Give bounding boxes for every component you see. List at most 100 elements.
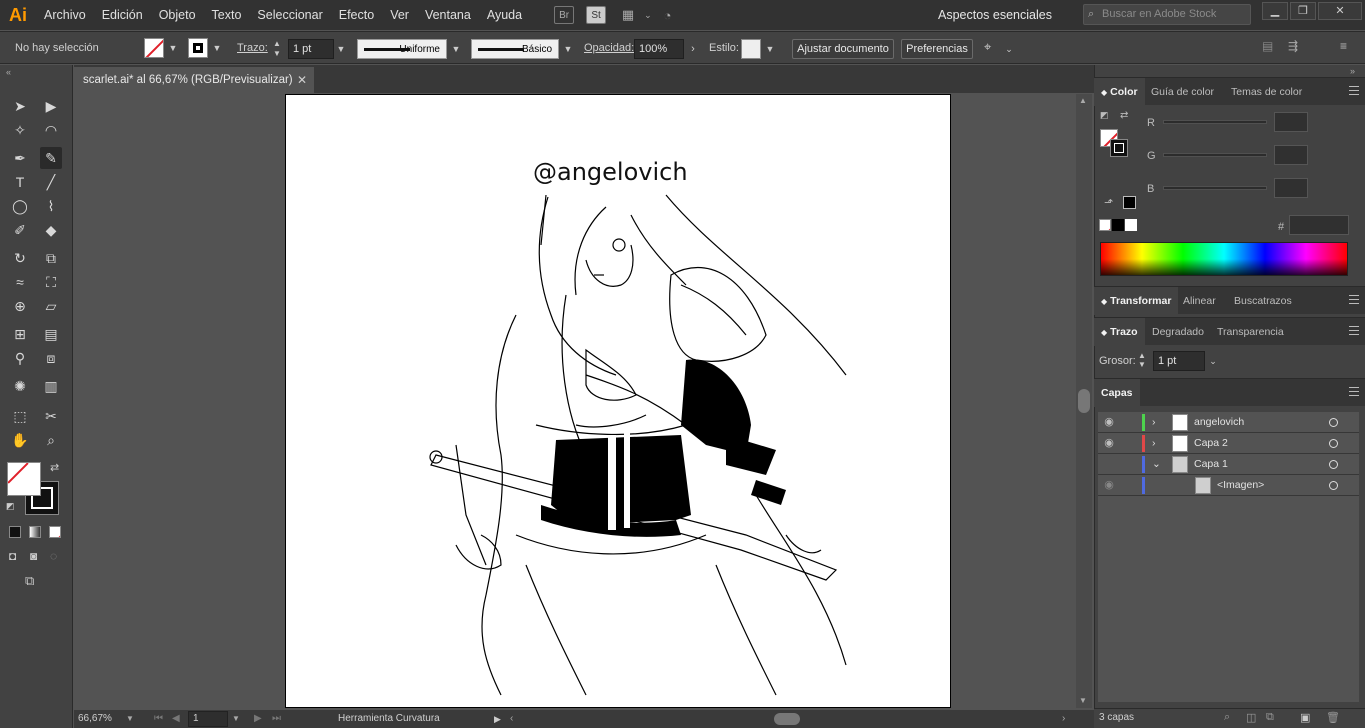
- eyedropper-tool-icon[interactable]: ⚲: [9, 347, 31, 369]
- chevron-right-icon[interactable]: ›: [1152, 433, 1156, 454]
- layer-name[interactable]: angelovich: [1194, 412, 1244, 433]
- tab-transform[interactable]: ◆ Transformar: [1094, 287, 1179, 315]
- document-tab[interactable]: scarlet.ai* al 66,67% (RGB/Previsualizar…: [74, 67, 314, 93]
- chevron-down-icon[interactable]: ⌄: [1152, 454, 1161, 475]
- free-transform-tool-icon[interactable]: ⛶: [40, 271, 62, 293]
- out-of-gamut-icon[interactable]: ⬏: [1104, 196, 1113, 209]
- chevron-down-icon[interactable]: ▼: [449, 39, 463, 59]
- menu-objeto[interactable]: Objeto: [151, 0, 204, 30]
- new-layer-icon[interactable]: ▣: [1300, 711, 1310, 724]
- stroke-swatch[interactable]: [188, 38, 208, 58]
- chevron-down-icon[interactable]: ▼: [126, 710, 134, 728]
- default-colors-icon[interactable]: ◩: [1100, 110, 1109, 121]
- make-clipping-mask-icon[interactable]: ◫: [1246, 711, 1256, 724]
- next-artboard-icon[interactable]: ▶: [254, 710, 262, 728]
- default-colors-icon[interactable]: ◩: [6, 501, 15, 512]
- eraser-tool-icon[interactable]: ◆: [40, 219, 62, 241]
- mesh-tool-icon[interactable]: ⊞: [9, 323, 31, 345]
- zoom-tool-icon[interactable]: ⌕: [40, 429, 62, 451]
- magic-wand-tool-icon[interactable]: ✧: [9, 119, 31, 141]
- white-swatch[interactable]: [1125, 219, 1137, 231]
- maximize-button[interactable]: ❐: [1290, 2, 1316, 20]
- fill-color-box[interactable]: [7, 462, 41, 496]
- chevron-right-icon[interactable]: ›: [1152, 412, 1156, 433]
- tab-color-guide[interactable]: Guía de color: [1144, 78, 1221, 106]
- menu-edicion[interactable]: Edición: [94, 0, 151, 30]
- r-value-field[interactable]: [1274, 112, 1308, 132]
- menu-archivo[interactable]: Archivo: [36, 0, 94, 30]
- draw-behind-icon[interactable]: ◙: [30, 549, 37, 563]
- chevron-down-icon[interactable]: ⌄: [1002, 39, 1016, 59]
- collapse-dock-icon[interactable]: »: [1350, 66, 1355, 76]
- symbol-sprayer-tool-icon[interactable]: ✺: [9, 375, 31, 397]
- tab-stroke[interactable]: ◆ Trazo: [1094, 318, 1145, 346]
- layer-name[interactable]: Capa 1: [1194, 454, 1228, 475]
- artboard-number-field[interactable]: 1: [188, 711, 228, 727]
- chevron-down-icon[interactable]: ⌄: [1206, 351, 1220, 371]
- gpu-performance-icon[interactable]: ◔: [658, 6, 678, 24]
- last-artboard-icon[interactable]: ⏭: [272, 710, 281, 728]
- stroke-stepper[interactable]: ▲ ▼: [273, 39, 285, 59]
- swap-fill-stroke-icon[interactable]: ⇄: [50, 461, 59, 474]
- fill-swatch[interactable]: [144, 38, 164, 58]
- graph-tool-icon[interactable]: ▥: [40, 375, 62, 397]
- arrange-documents-icon[interactable]: ▦: [618, 6, 638, 24]
- scroll-thumb[interactable]: [1078, 389, 1090, 413]
- none-swatch[interactable]: [1099, 219, 1111, 231]
- warp-tool-icon[interactable]: ≈: [9, 271, 31, 293]
- collapse-icon[interactable]: «: [6, 67, 11, 77]
- chevron-down-icon[interactable]: ▼: [232, 710, 240, 728]
- eye-icon[interactable]: ◉: [1101, 433, 1117, 454]
- brush-definition[interactable]: Básico: [471, 39, 559, 59]
- scroll-left-icon[interactable]: ‹: [510, 710, 513, 728]
- new-sublayer-icon[interactable]: ⧉: [1266, 711, 1274, 724]
- opacity-label[interactable]: Opacidad:: [584, 32, 634, 65]
- menu-seleccionar[interactable]: Seleccionar: [249, 0, 330, 30]
- tab-gradient[interactable]: Degradado: [1145, 318, 1211, 346]
- close-tab-icon[interactable]: ✕: [297, 67, 311, 93]
- shaper-tool-icon[interactable]: ✐: [9, 219, 31, 241]
- transform-icon[interactable]: ⇶: [1288, 39, 1298, 53]
- arrange-icon[interactable]: ⌖: [984, 39, 1000, 59]
- opacity-field[interactable]: 100%: [634, 39, 684, 59]
- lasso-tool-icon[interactable]: ◠: [40, 119, 62, 141]
- menu-efecto[interactable]: Efecto: [331, 0, 382, 30]
- workspace-switcher[interactable]: Aspectos esenciales ⌄: [938, 0, 1065, 52]
- stroke-weight-field[interactable]: 1 pt: [288, 39, 334, 59]
- scroll-right-icon[interactable]: ›: [1062, 710, 1065, 728]
- menu-ventana[interactable]: Ventana: [417, 0, 479, 30]
- document-setup-button[interactable]: Ajustar documento: [792, 39, 894, 59]
- chevron-right-icon[interactable]: ›: [686, 39, 700, 59]
- minimize-button[interactable]: ▁: [1262, 2, 1288, 20]
- eye-icon[interactable]: ◉: [1101, 475, 1117, 496]
- chevron-down-icon[interactable]: ▼: [210, 38, 224, 58]
- ellipse-tool-icon[interactable]: ◯: [9, 195, 31, 217]
- weight-field[interactable]: 1 pt: [1153, 351, 1205, 371]
- menu-ayuda[interactable]: Ayuda: [479, 0, 530, 30]
- artboard-tool-icon[interactable]: ⬚: [9, 405, 31, 427]
- panel-menu-icon[interactable]: [1349, 295, 1359, 304]
- gradient-tool-icon[interactable]: ▤: [40, 323, 62, 345]
- rotate-tool-icon[interactable]: ↻: [9, 247, 31, 269]
- blend-tool-icon[interactable]: ⧈: [40, 347, 62, 369]
- r-slider[interactable]: [1163, 120, 1267, 124]
- paintbrush-tool-icon[interactable]: ⌇: [40, 195, 62, 217]
- stock-icon[interactable]: St: [586, 6, 607, 24]
- black-swatch[interactable]: [1112, 219, 1124, 231]
- chevron-down-icon[interactable]: ▼: [561, 39, 575, 59]
- horizontal-scroll-thumb[interactable]: [774, 713, 800, 725]
- g-value-field[interactable]: [1274, 145, 1308, 165]
- first-artboard-icon[interactable]: ⏮: [154, 710, 163, 728]
- weight-stepper[interactable]: ▲ ▼: [1138, 351, 1146, 369]
- color-mode-icon[interactable]: [9, 526, 21, 538]
- eye-icon[interactable]: ◉: [1101, 454, 1117, 475]
- layer-row[interactable]: ◉ ⌄ Capa 1: [1098, 454, 1359, 475]
- hand-tool-icon[interactable]: ✋: [9, 429, 31, 451]
- preferences-button[interactable]: Preferencias: [901, 39, 973, 59]
- menu-texto[interactable]: Texto: [204, 0, 250, 30]
- panel-menu-icon[interactable]: [1349, 326, 1359, 335]
- layer-row[interactable]: ◉ <Imagen>: [1098, 475, 1359, 496]
- none-mode-icon[interactable]: [49, 526, 61, 538]
- eye-icon[interactable]: ◉: [1101, 412, 1117, 433]
- curvature-tool-icon[interactable]: ✎: [40, 147, 62, 169]
